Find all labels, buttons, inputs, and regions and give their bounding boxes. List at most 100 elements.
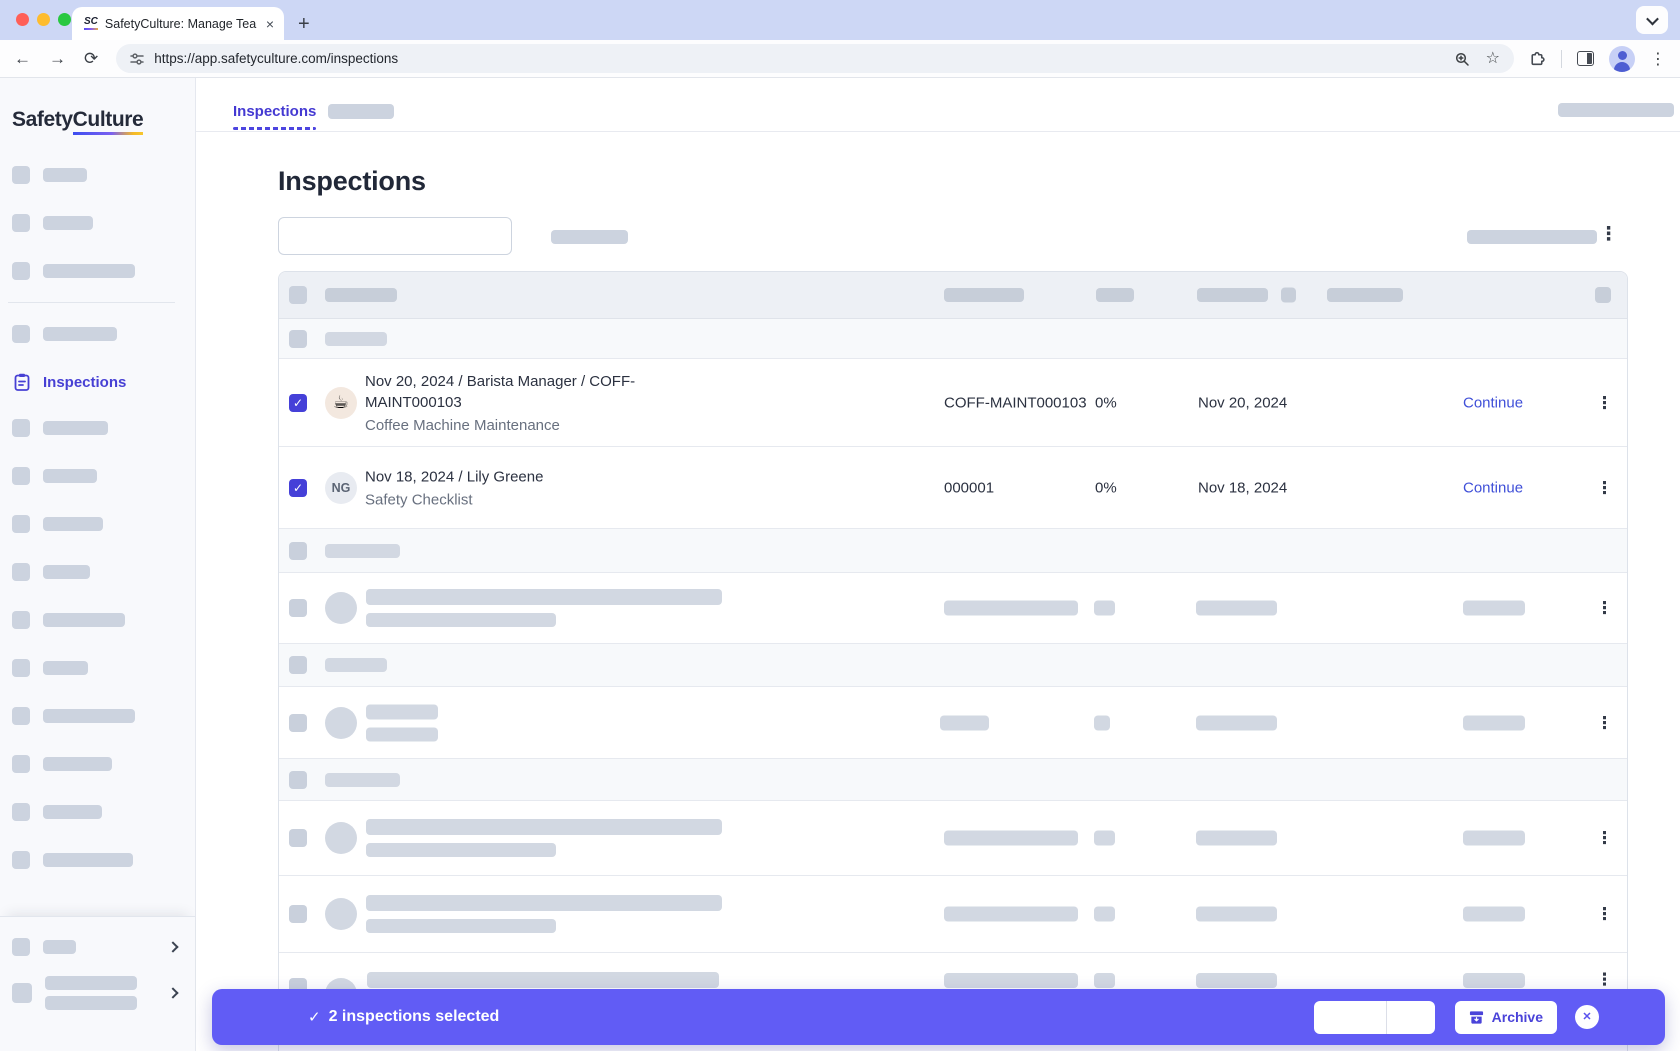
skeleton-icon (12, 515, 30, 533)
skeleton-bar (1558, 103, 1674, 117)
row-menu-icon[interactable]: ⋮ (1596, 600, 1613, 617)
side-panel-icon[interactable] (1577, 51, 1594, 66)
continue-link[interactable]: Continue (1463, 394, 1523, 411)
new-tab-button[interactable]: + (298, 14, 310, 34)
row-menu-icon[interactable]: ⋮ (1596, 394, 1613, 411)
skeleton-icon (12, 419, 30, 437)
sidebar-item-skeleton (12, 166, 195, 184)
archive-button-label: Archive (1492, 1009, 1543, 1025)
skeleton-bar (366, 819, 722, 835)
inspection-title[interactable]: Nov 18, 2024 / Lily Greene (365, 466, 645, 487)
sidebar-item-skeleton (12, 467, 195, 485)
skeleton-bar (1196, 973, 1277, 988)
sidebar-item-inspections[interactable]: Inspections (12, 371, 195, 393)
inspection-row-skeleton: ⋮ (279, 876, 1627, 953)
close-selection-button[interactable]: ✕ (1575, 1005, 1599, 1029)
safetyculture-logo: SafetyCulture (12, 108, 143, 132)
row-checkbox-skeleton[interactable] (289, 599, 307, 617)
selection-action-bar: ✓ 2 inspections selected Archive ✕ (212, 989, 1665, 1045)
group-checkbox-skeleton[interactable] (289, 330, 307, 348)
maximize-window-button[interactable] (58, 13, 71, 26)
inspection-row[interactable]: ✓ ☕ Nov 20, 2024 / Barista Manager / COF… (279, 359, 1627, 447)
skeleton-bar (1094, 601, 1115, 616)
address-bar[interactable]: https://app.safetyculture.com/inspection… (116, 44, 1514, 73)
tab-title: SafetyCulture: Manage Teams and... (105, 17, 257, 31)
selection-split-button-skeleton[interactable] (1314, 1001, 1435, 1034)
tab-inspections[interactable]: Inspections (233, 103, 316, 130)
continue-link[interactable]: Continue (1463, 479, 1523, 496)
skeleton-icon (12, 803, 30, 821)
tab-search-button[interactable] (1636, 6, 1668, 34)
forward-button[interactable]: → (49, 50, 66, 67)
clipboard-icon (12, 372, 32, 392)
group-header-row (279, 319, 1627, 359)
select-all-checkbox-skeleton[interactable] (289, 286, 307, 304)
close-window-button[interactable] (16, 13, 29, 26)
bookmark-star-icon[interactable]: ☆ (1486, 51, 1500, 67)
skeleton-icon (12, 659, 30, 677)
row-menu-icon[interactable]: ⋮ (1596, 479, 1613, 496)
archive-button[interactable]: Archive (1455, 1001, 1557, 1034)
skeleton-bar (43, 565, 90, 579)
url-text[interactable]: https://app.safetyculture.com/inspection… (154, 51, 1443, 66)
sidebar-footer-item[interactable] (12, 938, 181, 956)
reload-button[interactable]: ⟳ (84, 50, 98, 67)
back-button[interactable]: ← (14, 50, 31, 67)
row-menu-icon[interactable]: ⋮ (1596, 906, 1613, 923)
check-icon: ✓ (308, 1008, 321, 1026)
avatar-skeleton (325, 822, 357, 854)
skeleton-icon (12, 166, 30, 184)
sidebar: SafetyCulture Inspections (0, 78, 196, 1051)
tab-close-icon[interactable]: × (264, 17, 276, 31)
inspection-row-skeleton: ⋮ (279, 687, 1627, 759)
skeleton-bar (325, 544, 400, 558)
group-checkbox-skeleton[interactable] (289, 656, 307, 674)
tab-skeleton (328, 104, 394, 119)
skeleton-bar (325, 288, 397, 302)
browser-tabstrip: SC SafetyCulture: Manage Teams and... × … (0, 0, 1680, 40)
skeleton-bar (325, 658, 387, 672)
row-menu-icon[interactable]: ⋮ (1596, 714, 1613, 731)
inspection-row[interactable]: ✓ NG Nov 18, 2024 / Lily Greene Safety C… (279, 447, 1627, 529)
sidebar-item-label: Inspections (43, 374, 126, 391)
template-name: Coffee Machine Maintenance (365, 416, 645, 435)
skeleton-bar (366, 704, 438, 719)
user-avatar-initials: NG (325, 472, 357, 504)
skeleton-bar (1196, 715, 1277, 730)
sidebar-footer-item[interactable] (12, 976, 181, 1010)
skeleton-icon (12, 563, 30, 581)
extensions-icon[interactable] (1528, 50, 1546, 68)
page-tab-bar: Inspections (196, 78, 1680, 132)
profile-avatar[interactable] (1609, 46, 1635, 72)
skeleton-icon (12, 707, 30, 725)
search-input[interactable] (278, 217, 512, 255)
row-menu-icon[interactable]: ⋮ (1596, 971, 1613, 988)
toolbar-menu-icon[interactable]: ⋮ (1599, 226, 1618, 243)
sidebar-item-skeleton (12, 325, 195, 343)
minimize-window-button[interactable] (37, 13, 50, 26)
inspection-title[interactable]: Nov 20, 2024 / Barista Manager / COFF-MA… (365, 371, 645, 413)
row-checkbox-checked[interactable]: ✓ (289, 479, 307, 497)
skeleton-bar (366, 727, 438, 741)
score: 0% (1095, 394, 1117, 411)
group-checkbox-skeleton[interactable] (289, 771, 307, 789)
inspections-table: ✓ ☕ Nov 20, 2024 / Barista Manager / COF… (278, 271, 1628, 1051)
site-info-icon[interactable] (130, 52, 144, 66)
sidebar-item-skeleton (12, 755, 195, 773)
zoom-icon[interactable] (1454, 51, 1470, 67)
template-avatar-coffee: ☕ (325, 387, 357, 419)
title-skeleton (366, 704, 438, 741)
row-checkbox-checked[interactable]: ✓ (289, 394, 307, 412)
window-controls (16, 13, 71, 26)
group-checkbox-skeleton[interactable] (289, 542, 307, 560)
row-checkbox-skeleton[interactable] (289, 905, 307, 923)
skeleton-bar (944, 831, 1078, 846)
browser-menu-icon[interactable]: ⋮ (1650, 49, 1666, 69)
row-checkbox-skeleton[interactable] (289, 714, 307, 732)
skeleton-bar (43, 709, 135, 723)
skeleton-icon (12, 755, 30, 773)
row-checkbox-skeleton[interactable] (289, 829, 307, 847)
browser-tab[interactable]: SC SafetyCulture: Manage Teams and... × (72, 7, 284, 40)
main-content: Inspections Inspections ⋮ (196, 78, 1680, 1051)
row-menu-icon[interactable]: ⋮ (1596, 830, 1613, 847)
